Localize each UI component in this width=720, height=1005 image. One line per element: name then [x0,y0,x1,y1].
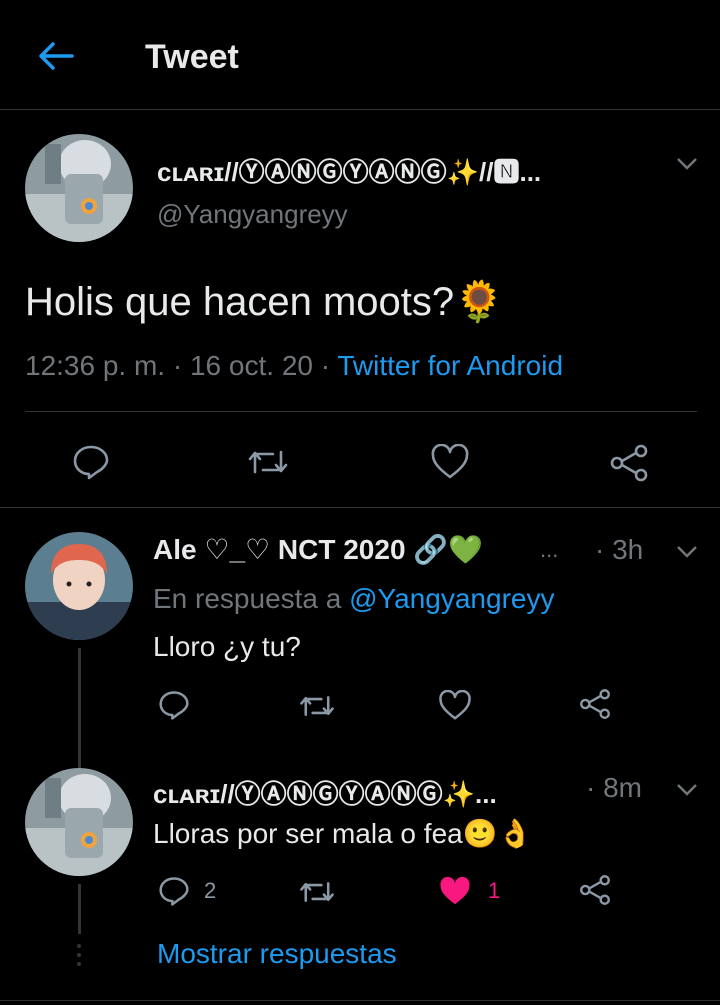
name-ellipsis: ... [540,537,559,562]
chevron-down-icon[interactable] [675,544,699,560]
like-count: 1 [488,878,501,903]
reply-icon[interactable] [158,876,190,906]
share-icon[interactable] [608,444,650,482]
author-handle[interactable]: @Yangyangreyy [157,199,348,230]
meta-separator: · [320,350,331,381]
bottom-divider [0,1000,720,1001]
share-icon[interactable] [578,688,612,720]
replying-to-handle[interactable]: @Yangyangreyy [349,583,554,614]
avatar[interactable] [25,134,133,242]
thread-dot [77,962,81,966]
avatar[interactable] [25,768,133,876]
thread-dot [77,953,81,957]
like-icon[interactable] [430,444,470,480]
retweet-icon[interactable] [246,446,290,478]
reply-count: 2 [204,878,217,903]
tweet-date: 16 oct. 20 [189,350,313,381]
replying-to-label: En respuesta a [153,583,342,614]
tweet-divider [0,507,720,508]
reply-icon[interactable] [158,690,190,720]
thread-line [78,884,81,934]
back-arrow-icon[interactable] [36,40,76,72]
retweet-icon[interactable] [298,692,336,720]
meta-divider [25,411,697,412]
like-icon[interactable] [438,690,472,721]
author-name[interactable]: Ale ♡_♡ NCT 2020 🔗💚 [153,533,483,566]
share-icon[interactable] [578,874,612,906]
reply-time: · 8m [586,772,642,803]
header-divider [0,109,720,110]
reply-text: Lloro ¿y tu? [153,631,301,662]
retweet-icon[interactable] [298,878,336,906]
reply-icon[interactable] [72,444,110,480]
meta-separator: · [172,350,183,381]
thread-line [78,648,81,776]
author-name[interactable]: ᴄʟᴀʀɪ//ⓎⒶⓃⒼⓎⒶⓃⒼ✨//🅽... [157,152,541,189]
tweet-time: 12:36 p. m. [25,350,166,381]
reply-time: · 3h [595,534,644,565]
tweet-meta: 12:36 p. m. · 16 oct. 20 · Twitter for A… [25,350,563,382]
avatar[interactable] [25,532,133,640]
chevron-down-icon[interactable] [675,156,699,172]
replying-to: En respuesta a @Yangyangreyy [153,583,554,615]
page-title: Tweet [145,38,239,76]
show-replies-link[interactable]: Mostrar respuestas [157,938,397,970]
author-name[interactable]: ᴄʟᴀʀɪ//ⓎⒶⓃⒼⓎⒶⓃⒼ✨... [153,774,497,811]
thread-dot [77,944,81,948]
tweet-text: Holis que hacen moots?🌻 [25,280,504,324]
chevron-down-icon[interactable] [675,782,699,798]
reply-text: Lloras por ser mala o fea🙂👌 [153,818,533,849]
liked-heart-icon[interactable] [438,876,472,907]
tweet-source-link[interactable]: Twitter for Android [337,350,563,381]
